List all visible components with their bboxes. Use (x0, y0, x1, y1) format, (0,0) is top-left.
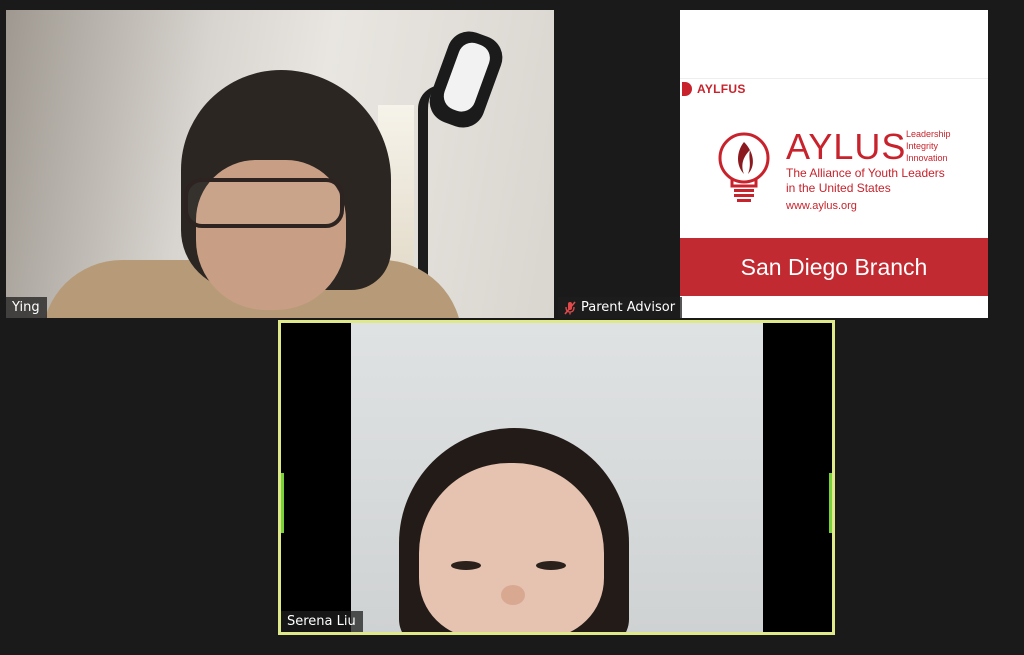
participant-face (419, 463, 604, 632)
motto-line: Innovation (906, 153, 948, 163)
aylfus-logo-text: AYLFUS (697, 82, 746, 96)
subtitle-line: The Alliance of Youth Leaders (786, 166, 945, 180)
motto-line: Leadership (906, 129, 951, 139)
speaker-accent-right (829, 473, 832, 533)
participant-glasses (184, 178, 344, 228)
participant-nose (501, 585, 525, 605)
video-tile-parent-advisor[interactable]: AYLFUS AYLUS Leadership Integrity Innova… (558, 10, 988, 318)
aylus-motto: Leadership Integrity Innovation (906, 128, 951, 164)
name-tag: Serena Liu (281, 611, 363, 632)
participant-video (351, 323, 763, 632)
participant-name: Parent Advisor (581, 300, 676, 315)
name-tag: Ying (6, 297, 47, 318)
motto-line: Integrity (906, 141, 939, 151)
branch-banner: San Diego Branch (680, 238, 988, 296)
participant-name: Ying (12, 300, 40, 315)
subtitle-line: in the United States (786, 181, 891, 195)
aylus-title: AYLUS (786, 126, 907, 167)
participant-eye (536, 561, 566, 570)
aylfus-small-logo: AYLFUS (682, 82, 746, 96)
video-tile-ying[interactable]: Ying (6, 10, 554, 318)
name-tag: Parent Advisor (558, 297, 683, 318)
participant-eye (451, 561, 481, 570)
desk-lamp-head (423, 25, 509, 134)
participant-name: Serena Liu (287, 614, 356, 629)
video-tile-serena-liu[interactable]: Serena Liu (278, 320, 835, 635)
mic-muted-icon (564, 300, 576, 315)
lightbulb-flame-icon (718, 132, 770, 202)
aylfus-mark-icon (682, 82, 692, 96)
slide-divider (680, 78, 988, 79)
aylus-slide: AYLFUS AYLUS Leadership Integrity Innova… (680, 10, 988, 318)
aylus-url: www.aylus.org (786, 200, 857, 212)
speaker-accent-left (281, 473, 284, 533)
aylus-subtitle: The Alliance of Youth Leaders in the Uni… (786, 166, 945, 196)
